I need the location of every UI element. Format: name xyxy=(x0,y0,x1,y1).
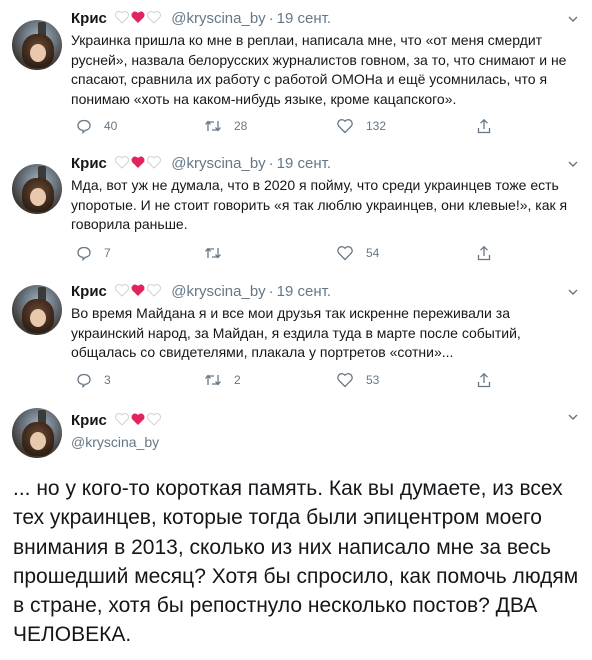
avatar[interactable] xyxy=(12,285,62,335)
tweet-date[interactable]: 19 сент. xyxy=(277,283,331,300)
like-icon xyxy=(337,119,353,134)
chevron-down-icon[interactable] xyxy=(568,14,578,24)
tweet-actions: 3 2 53 xyxy=(71,370,511,390)
like-button[interactable]: 54 xyxy=(336,243,379,263)
tweet-date[interactable]: 19 сент. xyxy=(277,10,331,27)
tweet-actions: 7 54 xyxy=(71,243,511,263)
share-button[interactable] xyxy=(476,370,504,390)
tweet-actions: 40 28 132 xyxy=(71,116,511,136)
retweet-button[interactable]: 2 xyxy=(204,370,241,390)
retweet-button[interactable] xyxy=(204,243,234,263)
reply-icon xyxy=(77,246,91,261)
tweet-text: Во время Майдана я и все мои друзья так … xyxy=(71,305,521,360)
heart-emoji-icon xyxy=(115,156,163,174)
avatar[interactable] xyxy=(12,20,62,70)
tweet-header: Крис @kryscina_by · 19 сент. xyxy=(71,283,332,302)
reply-count: 40 xyxy=(104,119,118,133)
heart-emoji-icon xyxy=(115,11,163,29)
reply-icon xyxy=(77,119,91,134)
user-handle[interactable]: @kryscina_by xyxy=(171,283,265,300)
retweet-count: 28 xyxy=(234,119,248,133)
share-button[interactable] xyxy=(476,243,504,263)
tweet-date[interactable]: 19 сент. xyxy=(277,155,331,172)
share-icon xyxy=(477,118,491,134)
display-name[interactable]: Крис xyxy=(71,155,107,172)
like-button[interactable]: 132 xyxy=(336,116,386,136)
reply-icon xyxy=(77,373,91,388)
share-icon xyxy=(477,372,491,388)
like-button[interactable]: 53 xyxy=(336,370,379,390)
chevron-down-icon[interactable] xyxy=(568,412,578,422)
tweet-header: Крис @kryscina_by · 19 сент. xyxy=(71,155,332,174)
user-handle[interactable]: @kryscina_by xyxy=(171,10,265,27)
like-count: 54 xyxy=(366,246,380,260)
reply-count: 7 xyxy=(104,246,111,260)
share-icon xyxy=(477,245,491,261)
reply-button[interactable]: 3 xyxy=(76,370,111,390)
user-handle[interactable]: @kryscina_by xyxy=(171,155,265,172)
reply-button[interactable]: 7 xyxy=(76,243,111,263)
like-count: 53 xyxy=(366,373,380,387)
chevron-down-icon[interactable] xyxy=(568,159,578,169)
avatar[interactable] xyxy=(12,408,62,458)
display-name[interactable]: Крис xyxy=(71,412,107,429)
tweet-text: ... но у кого-то короткая память. Как вы… xyxy=(13,477,579,647)
display-name[interactable]: Крис xyxy=(71,10,107,27)
tweet-header: Крис @kryscina_by · 19 сент. xyxy=(71,10,332,29)
heart-emoji-icon xyxy=(115,284,163,302)
reply-count: 3 xyxy=(104,373,111,387)
retweet-button[interactable]: 28 xyxy=(204,116,247,136)
share-button[interactable] xyxy=(476,116,504,136)
like-count: 132 xyxy=(366,119,387,133)
chevron-down-icon[interactable] xyxy=(568,287,578,297)
display-name[interactable]: Крис xyxy=(71,283,107,300)
heart-emoji-icon xyxy=(115,413,163,431)
reply-button[interactable]: 40 xyxy=(76,116,117,136)
like-icon xyxy=(337,373,353,388)
retweet-icon xyxy=(205,247,221,259)
like-icon xyxy=(337,246,353,261)
user-handle[interactable]: @kryscina_by xyxy=(71,434,159,450)
retweet-icon xyxy=(205,120,221,132)
tweet-text: Мда, вот уж не думала, что в 2020 я пойм… xyxy=(71,177,568,232)
tweet-text: Украинка пришла ко мне в реплаи, написал… xyxy=(71,32,567,107)
tweet-header: Крис xyxy=(71,412,167,431)
retweet-count: 2 xyxy=(234,373,241,387)
avatar[interactable] xyxy=(12,164,62,214)
retweet-icon xyxy=(205,374,221,386)
